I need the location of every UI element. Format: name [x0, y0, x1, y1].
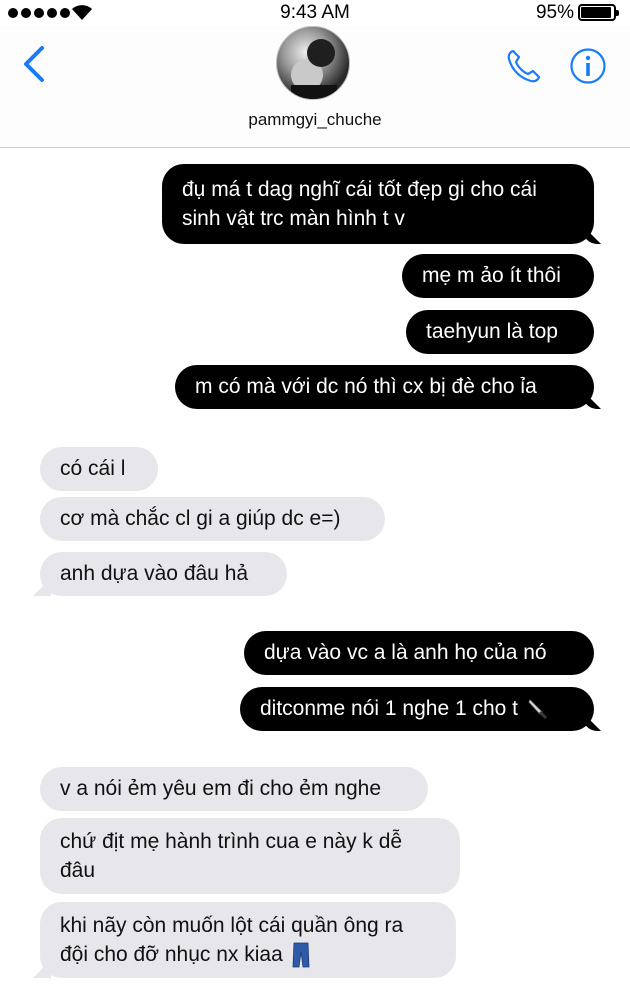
message-text: có cái l	[60, 457, 126, 480]
message-bubble-incoming[interactable]: cơ mà chắc cl gi a giúp dc e=)	[40, 497, 385, 541]
back-button[interactable]	[18, 42, 52, 86]
contact-name[interactable]: pammgyi_chuche	[0, 110, 630, 130]
message-bubble-outgoing[interactable]: đụ má t dag nghĩ cái tốt đẹp gi cho cái …	[162, 164, 594, 244]
message-text: dựa vào vc a là anh họ của nó	[264, 641, 547, 664]
battery-percent: 95%	[535, 2, 574, 23]
battery-icon	[578, 4, 619, 21]
info-icon	[570, 48, 606, 84]
message-text: cơ mà chắc cl gi a giúp dc e=)	[60, 507, 341, 530]
message-bubble-incoming[interactable]: khi nãy còn muốn lột cái quần ông ra đội…	[40, 902, 456, 978]
message-bubble-outgoing[interactable]: dựa vào vc a là anh họ của nó	[244, 631, 594, 675]
conversation-header: pammgyi_chuche	[0, 26, 630, 148]
message-text: ditconme nói 1 nghe 1 cho t	[260, 697, 519, 720]
message-text: đâu	[60, 859, 96, 882]
message-text: mẹ m ảo ít thôi	[422, 264, 561, 287]
message-text: m có mà với dc nó thì cx bị đè cho ỉa	[195, 375, 537, 398]
message-bubble-outgoing[interactable]: ditconme nói 1 nghe 1 cho t	[240, 687, 594, 731]
message-text: v a nói ẻm yêu em đi cho ẻm nghe	[60, 777, 382, 800]
message-text: chứ địt mẹ hành trình cua e này k dễ	[60, 830, 403, 853]
contact-avatar[interactable]	[276, 26, 350, 100]
info-button[interactable]	[568, 46, 608, 86]
message-text: đụ má t dag nghĩ cái tốt đẹp gi cho cái	[182, 178, 537, 201]
message-bubble-incoming[interactable]: v a nói ẻm yêu em đi cho ẻm nghe	[40, 767, 428, 811]
message-text: khi nãy còn muốn lột cái quần ông ra	[60, 914, 404, 937]
jeans-emoji-icon	[292, 943, 310, 968]
message-bubble-incoming[interactable]: có cái l	[40, 447, 158, 491]
knife-emoji-icon	[528, 699, 547, 720]
chevron-left-icon	[24, 46, 44, 82]
message-bubble-outgoing[interactable]: m có mà với dc nó thì cx bị đè cho ỉa	[175, 365, 594, 409]
message-text: sinh vật trc màn hình t v	[182, 207, 405, 230]
message-text: đội cho đỡ nhục nx kiaa	[60, 943, 283, 966]
phone-icon	[507, 49, 541, 83]
message-text: taehyun là top	[426, 320, 558, 343]
message-bubble-incoming[interactable]: chứ địt mẹ hành trình cua e này k dễ đâu	[40, 818, 460, 894]
status-bar: 9:43 AM 95%	[0, 0, 630, 26]
message-bubble-incoming[interactable]: anh dựa vào đâu hả	[40, 552, 287, 596]
avatar-photo	[291, 39, 337, 99]
message-bubble-outgoing[interactable]: taehyun là top	[406, 310, 594, 354]
call-button[interactable]	[504, 46, 544, 86]
message-text: anh dựa vào đâu hả	[60, 562, 249, 585]
message-bubble-outgoing[interactable]: mẹ m ảo ít thôi	[402, 254, 594, 298]
